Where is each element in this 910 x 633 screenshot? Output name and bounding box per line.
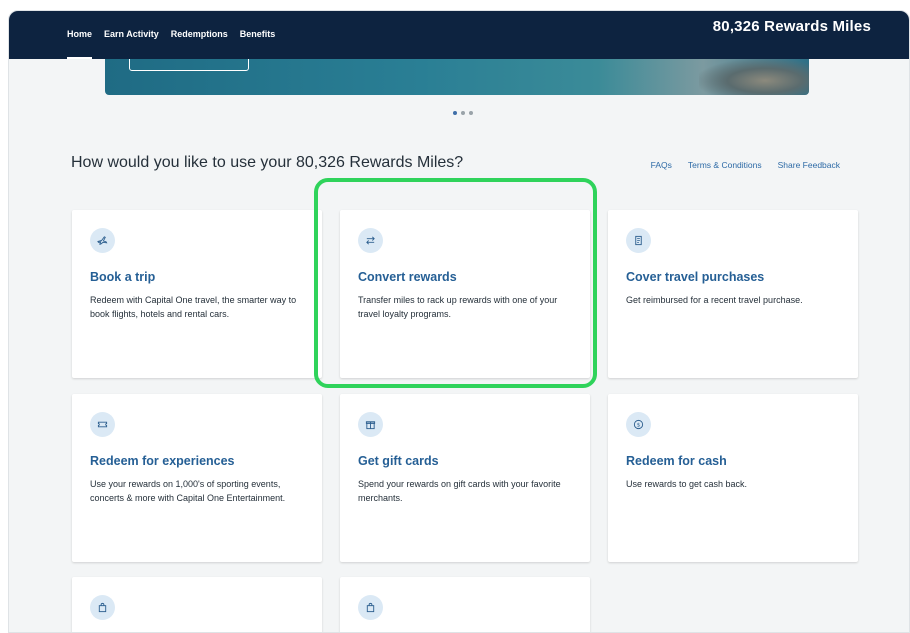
- card-description: Transfer miles to rack up rewards with o…: [358, 295, 558, 319]
- card-redeem-for-experiences[interactable]: Redeem for experiences Use your rewards …: [72, 394, 322, 562]
- hero-banner-button[interactable]: [129, 59, 249, 71]
- card-description: Use rewards to get cash back.: [626, 479, 748, 489]
- share-feedback-link[interactable]: Share Feedback: [778, 160, 840, 170]
- page-title: How would you like to use your 80,326 Re…: [71, 154, 464, 171]
- dollar-coin-icon: $: [626, 412, 651, 437]
- card-title: Convert rewards: [358, 270, 457, 284]
- card-convert-rewards[interactable]: Convert rewards Transfer miles to rack u…: [340, 210, 590, 378]
- card-description: Spend your rewards on gift cards with yo…: [358, 479, 561, 503]
- hero-banner: [105, 59, 809, 95]
- shopping-bag-icon: [358, 595, 383, 620]
- carousel-dot-1[interactable]: [453, 111, 457, 115]
- card-description: Get reimbursed for a recent travel purch…: [626, 295, 803, 305]
- hero-image: [699, 59, 809, 95]
- card-cover-travel-purchases[interactable]: Cover travel purchases Get reimbursed fo…: [608, 210, 858, 378]
- card-redeem-for-cash[interactable]: $ Redeem for cash Use rewards to get cas…: [608, 394, 858, 562]
- app-window: Home Earn Activity Redemptions Benefits …: [8, 10, 910, 633]
- top-navigation-bar: Home Earn Activity Redemptions Benefits …: [9, 11, 909, 59]
- nav-home[interactable]: Home: [67, 11, 93, 59]
- faqs-link[interactable]: FAQs: [651, 160, 672, 170]
- card-title: Redeem for experiences: [90, 454, 235, 468]
- card-description: Redeem with Capital One travel, the smar…: [90, 295, 297, 319]
- card-row3-1[interactable]: [72, 577, 322, 632]
- nav-redemptions[interactable]: Redemptions: [171, 11, 228, 59]
- ticket-icon: [90, 412, 115, 437]
- airplane-icon: [90, 228, 115, 253]
- card-book-a-trip[interactable]: Book a trip Redeem with Capital One trav…: [72, 210, 322, 378]
- terms-conditions-link[interactable]: Terms & Conditions: [688, 160, 762, 170]
- card-title: Cover travel purchases: [626, 270, 765, 284]
- nav-earn-activity[interactable]: Earn Activity: [104, 11, 159, 59]
- rewards-miles-balance: 80,326 Rewards Miles: [712, 18, 871, 35]
- receipt-icon: [626, 228, 651, 253]
- carousel-dot-2[interactable]: [461, 111, 465, 115]
- svg-text:$: $: [637, 423, 641, 429]
- gift-icon: [358, 412, 383, 437]
- card-title: Get gift cards: [358, 454, 439, 468]
- main-nav: Home Earn Activity Redemptions Benefits: [67, 11, 287, 59]
- nav-benefits[interactable]: Benefits: [240, 11, 276, 59]
- card-title: Redeem for cash: [626, 454, 727, 468]
- shopping-bag-icon: [90, 595, 115, 620]
- card-get-gift-cards[interactable]: Get gift cards Spend your rewards on gif…: [340, 394, 590, 562]
- help-links: FAQs Terms & Conditions Share Feedback: [651, 160, 840, 170]
- carousel-dots: [453, 111, 473, 115]
- card-title: Book a trip: [90, 270, 156, 284]
- card-description: Use your rewards on 1,000's of sporting …: [90, 479, 286, 503]
- transfer-arrows-icon: [358, 228, 383, 253]
- card-row3-2[interactable]: [340, 577, 590, 632]
- carousel-dot-3[interactable]: [469, 111, 473, 115]
